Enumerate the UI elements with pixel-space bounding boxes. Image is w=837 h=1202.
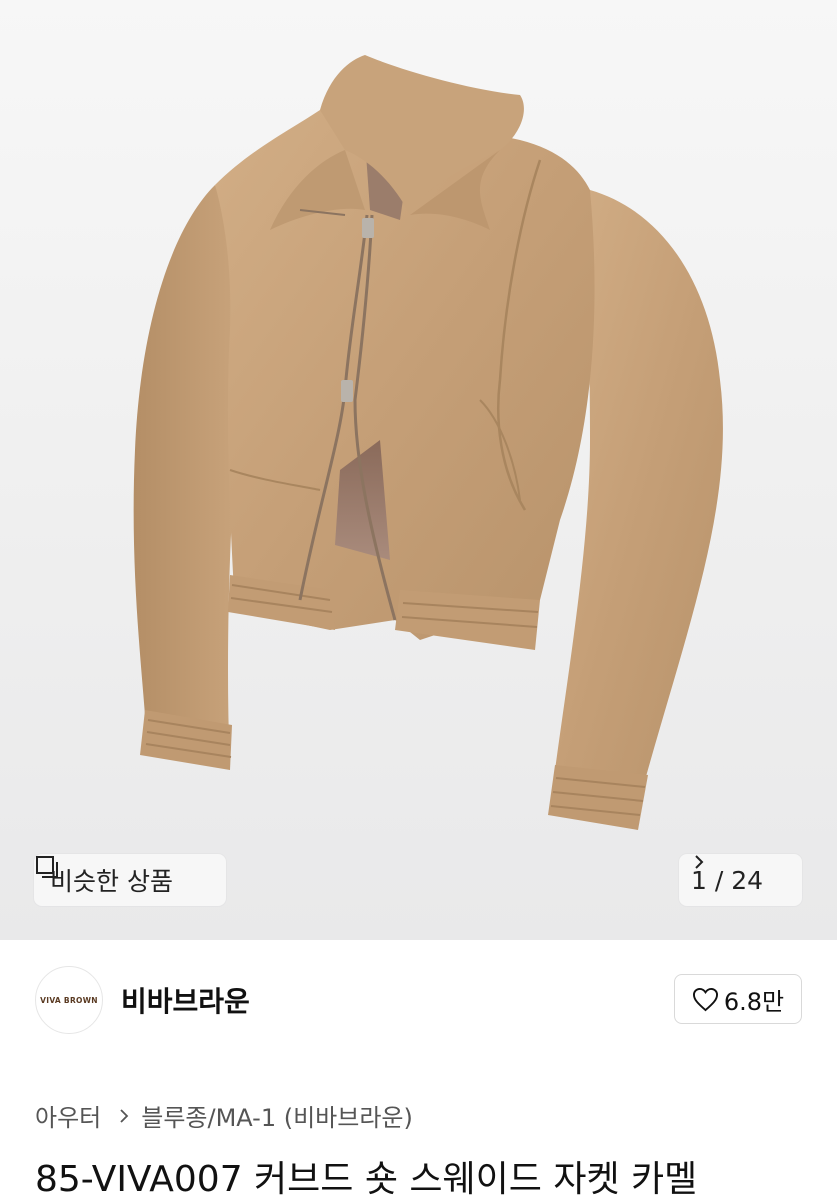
chevron-right-icon — [695, 855, 704, 869]
heart-icon — [692, 987, 718, 1011]
product-image-gallery[interactable]: 비슷한 상품 1 / 24 — [0, 0, 837, 940]
similar-products-label: 비슷한 상품 — [50, 867, 173, 896]
image-counter-button[interactable]: 1 / 24 — [679, 854, 802, 906]
breadcrumb-subcategory[interactable]: 블루종/MA-1 (비바브라운) — [141, 1098, 413, 1133]
similar-products-button[interactable]: 비슷한 상품 — [34, 854, 226, 906]
chevron-right-icon — [120, 1108, 129, 1123]
like-button[interactable]: 6.8만 — [674, 974, 802, 1024]
product-title: 85-VIVA007 커브드 숏 스웨이드 자켓 카멜 — [35, 1159, 698, 1200]
seller-logo-text: VIVA BROWN — [40, 995, 98, 1005]
breadcrumb-category[interactable]: 아우터 — [35, 1098, 101, 1133]
like-count: 6.8만 — [723, 987, 785, 1016]
product-photo — [133, 55, 723, 830]
breadcrumb: 아우터 블루종/MA-1 (비바브라운) — [35, 1098, 413, 1133]
similar-items-icon — [36, 856, 58, 878]
seller-avatar[interactable]: VIVA BROWN — [35, 966, 103, 1034]
seller-name[interactable]: 비바브라운 — [121, 980, 250, 1020]
